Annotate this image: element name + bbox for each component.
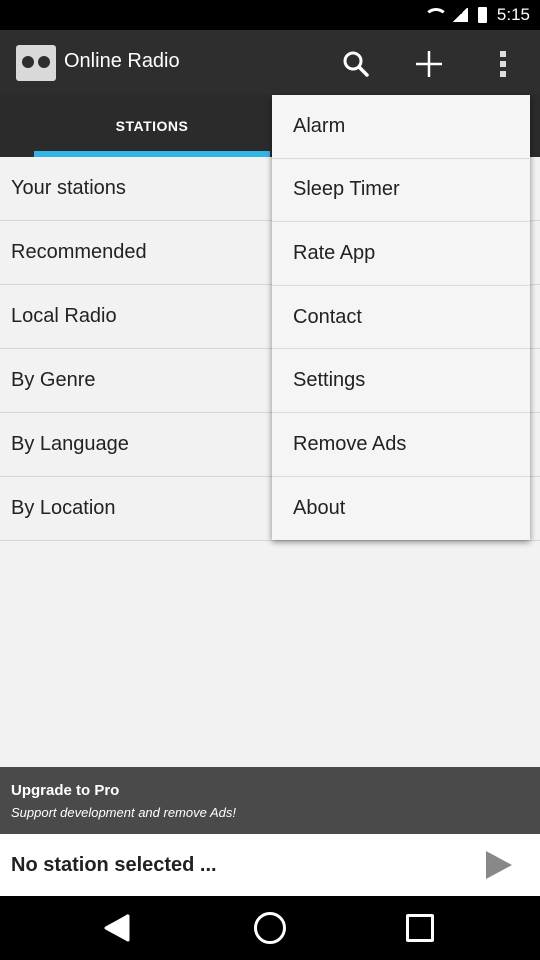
menu-item-about[interactable]: About	[272, 477, 530, 541]
radio-logo-icon	[16, 45, 56, 81]
upgrade-subtitle: Support development and remove Ads!	[11, 805, 236, 820]
home-icon[interactable]	[254, 912, 286, 944]
play-icon[interactable]	[484, 849, 514, 881]
upgrade-title: Upgrade to Pro	[11, 782, 120, 799]
add-icon	[416, 51, 442, 77]
battery-icon	[477, 7, 487, 23]
menu-item-sleep-timer[interactable]: Sleep Timer	[272, 159, 530, 223]
menu-item-contact[interactable]: Contact	[272, 286, 530, 350]
recent-apps-icon[interactable]	[406, 914, 434, 942]
wifi-icon	[423, 8, 448, 22]
status-bar: 5:15	[0, 0, 540, 30]
app-title: Online Radio	[64, 50, 180, 72]
back-icon[interactable]	[102, 912, 134, 944]
menu-item-remove-ads[interactable]: Remove Ads	[272, 413, 530, 477]
overflow-menu: Alarm Sleep Timer Rate App Contact Setti…	[272, 95, 530, 540]
app-bar: Online Radio	[0, 30, 540, 95]
search-button[interactable]	[336, 44, 376, 84]
navigation-bar	[0, 896, 540, 960]
player-bar: No station selected ...	[0, 834, 540, 896]
search-icon	[343, 51, 369, 77]
menu-item-rate-app[interactable]: Rate App	[272, 222, 530, 286]
now-playing-status: No station selected ...	[11, 854, 217, 876]
signal-icon	[451, 8, 468, 22]
overflow-menu-icon	[500, 51, 506, 77]
add-button[interactable]	[409, 44, 449, 84]
menu-item-settings[interactable]: Settings	[272, 349, 530, 413]
status-time: 5:15	[496, 5, 530, 24]
menu-item-alarm[interactable]: Alarm	[272, 95, 530, 159]
overflow-menu-button[interactable]	[483, 44, 523, 84]
upgrade-banner[interactable]: Upgrade to Pro Support development and r…	[0, 767, 540, 834]
tab-stations[interactable]: STATIONS	[34, 95, 270, 157]
